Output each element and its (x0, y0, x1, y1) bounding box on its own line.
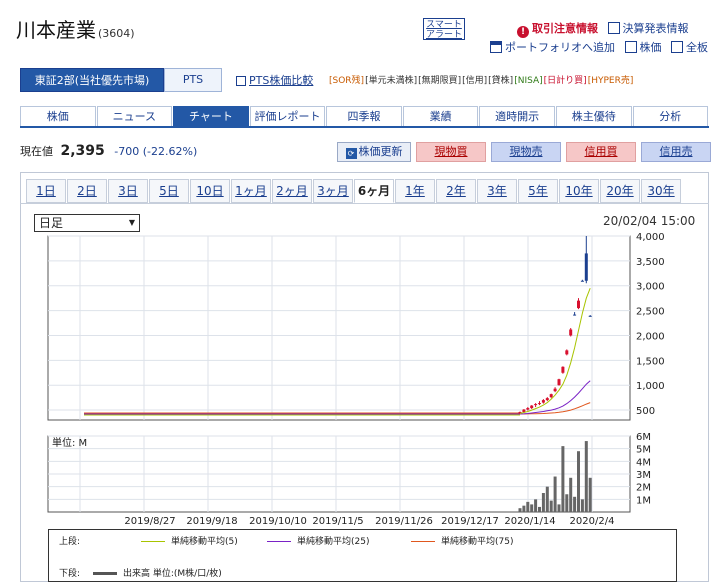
x-tick-label: 2019/11/5 (312, 516, 363, 527)
x-tick-label: 2019/9/18 (186, 516, 237, 527)
legend-line-swatch (141, 541, 165, 542)
candle-body (580, 280, 584, 282)
volume-bar (573, 496, 577, 512)
volume-bar (541, 493, 545, 512)
volume-tick-label: 5M (636, 445, 651, 456)
volume-bar (569, 477, 573, 512)
legend-entry: 単純移動平均(5) (133, 534, 238, 547)
price-tick-label: 1,000 (636, 381, 665, 392)
price-tick-label: 2,000 (636, 331, 665, 342)
volume-tick-label: 4M (636, 457, 651, 468)
candle-body (522, 409, 526, 413)
candle-body (541, 400, 545, 403)
volume-bar (549, 500, 553, 512)
legend-series-name: 出来高 単位:(M株/口/枚) (123, 569, 222, 579)
volume-bar (538, 506, 541, 512)
legend-entry: 単純移動平均(25) (259, 534, 369, 547)
candle-body (549, 394, 553, 398)
legend-lower-label: 下段: (59, 569, 81, 579)
x-tick-label: 2019/10/10 (249, 516, 307, 527)
price-plot-frame (47, 235, 631, 421)
price-tick-label: 4,000 (636, 232, 665, 243)
volume-tick-label: 2M (636, 483, 651, 494)
x-tick-label: 2019/12/17 (441, 516, 499, 527)
x-tick-label: 2020/1/14 (504, 516, 555, 527)
volume-tick-label: 6M (636, 432, 651, 443)
x-tick-label: 2020/2/4 (570, 516, 615, 527)
volume-bar (518, 508, 522, 512)
x-tick-label: 2019/8/27 (124, 516, 175, 527)
volume-bar (584, 441, 588, 512)
candle-body (557, 379, 561, 386)
legend-upper-label: 上段: (59, 537, 81, 547)
candle-body (545, 398, 549, 401)
volume-bar (565, 494, 569, 512)
stock-chart: 500 1,000 1,500 2,000 2,500 3,000 3,500 4,000 1M… (47, 232, 665, 527)
volume-unit-label: 単位: M (52, 436, 87, 449)
volume-bar (530, 504, 534, 512)
candle-body (530, 405, 534, 409)
chart-legend: 上段: 単純移動平均(5) 単純移動平均(25) 単純移動平均(75) 下段: 出来… (48, 529, 677, 582)
legend-series-name: 単純移動平均(25) (297, 537, 370, 547)
candle-body (538, 403, 541, 405)
price-tick-label: 3,000 (636, 282, 665, 293)
candle-body (577, 300, 580, 309)
volume-bar (588, 477, 592, 512)
price-tick-label: 3,500 (636, 257, 665, 268)
candle-body (584, 253, 588, 281)
volume-bar (545, 486, 549, 512)
volume-bar (522, 505, 526, 512)
legend-entry: 単純移動平均(75) (403, 534, 513, 547)
volume-bar (577, 451, 580, 512)
legend-series-name: 単純移動平均(5) (171, 537, 238, 547)
volume-bar (580, 499, 584, 512)
legend-line-swatch (93, 572, 117, 575)
candle-body (553, 388, 557, 392)
legend-line-swatch (267, 541, 291, 542)
volume-bar (534, 499, 538, 512)
volume-bar (557, 504, 561, 512)
volume-tick-label: 3M (636, 470, 651, 481)
candle-body (534, 404, 538, 406)
legend-entry: 出来高 単位:(M株/口/枚) (85, 566, 222, 579)
candle-body (561, 366, 565, 373)
candle-body (588, 315, 592, 317)
price-tick-label: 2,500 (636, 307, 665, 318)
candle-body (569, 329, 573, 336)
volume-bar (561, 446, 565, 512)
price-tick-label: 1,500 (636, 356, 665, 367)
x-tick-label: 2019/11/26 (375, 516, 433, 527)
price-tick-label: 500 (636, 406, 655, 417)
volume-tick-label: 1M (636, 495, 651, 506)
candle-body (565, 350, 569, 355)
legend-line-swatch (411, 541, 435, 542)
legend-series-name: 単純移動平均(75) (441, 537, 514, 547)
candle-body (526, 408, 530, 410)
volume-bar (553, 476, 557, 512)
candle-body (573, 314, 577, 316)
volume-bar (526, 501, 530, 512)
